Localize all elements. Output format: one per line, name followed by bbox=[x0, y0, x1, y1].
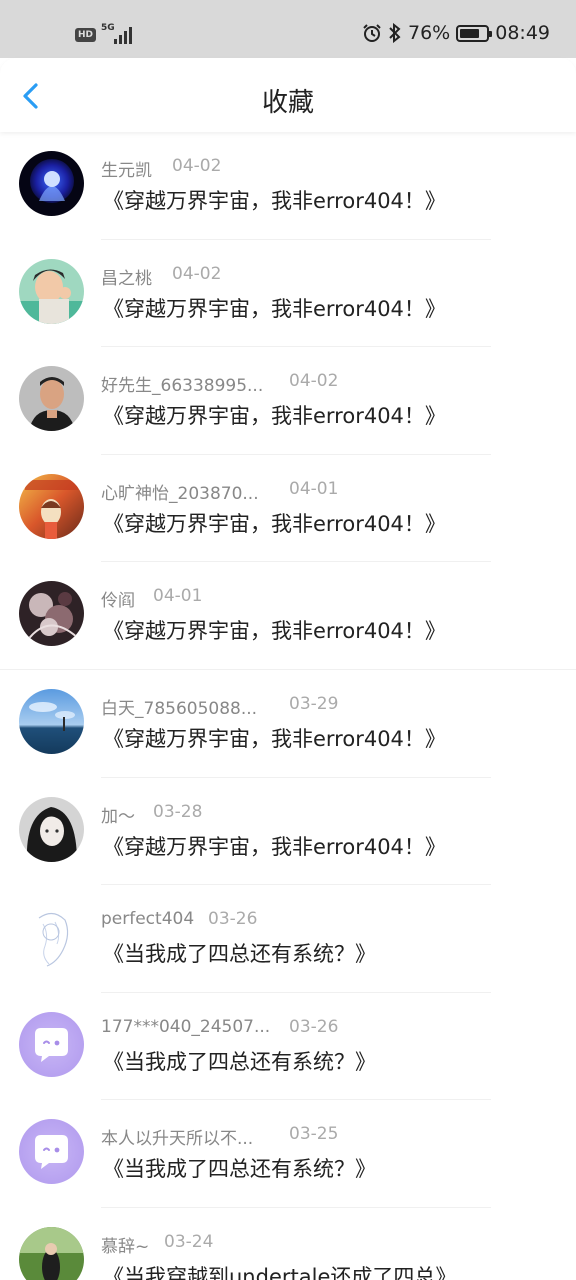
battery-fill bbox=[460, 28, 480, 38]
item-date: 04-01 bbox=[153, 586, 203, 607]
list-item[interactable]: 加～ 03-28 《穿越万界宇宙，我非error404！》 bbox=[0, 778, 576, 886]
avatar[interactable] bbox=[19, 581, 84, 647]
status-left: HD 5G bbox=[75, 23, 135, 44]
list-item[interactable]: 好先生_66338995... 04-02 《穿越万界宇宙，我非error404！》 bbox=[0, 347, 576, 455]
avatar[interactable] bbox=[19, 904, 84, 970]
item-date: 04-02 bbox=[172, 156, 222, 176]
list-item[interactable]: 昌之桃 04-02 《穿越万界宇宙，我非error404！》 bbox=[0, 240, 576, 348]
list-item[interactable]: perfect404 03-26 《当我成了四总还有系统？》 bbox=[0, 885, 576, 993]
user-name[interactable]: 昌之桃 bbox=[101, 264, 152, 289]
status-right: 76% 08:49 bbox=[362, 22, 550, 44]
alarm-icon bbox=[363, 24, 381, 42]
list-item[interactable]: 177***040_24507... 03-26 《当我成了四总还有系统？》 bbox=[0, 993, 576, 1101]
book-title[interactable]: 《当我成了四总还有系统？》 bbox=[103, 1153, 376, 1183]
item-date: 03-26 bbox=[208, 909, 258, 930]
book-title[interactable]: 《穿越万界宇宙，我非error404！》 bbox=[103, 293, 446, 323]
list-item[interactable]: 生元凯 04-02 《穿越万界宇宙，我非error404！》 bbox=[0, 132, 576, 240]
battery-icon bbox=[456, 24, 493, 42]
list-item[interactable]: 白天_785605088... 03-29 《穿越万界宇宙，我非error404！》 bbox=[0, 670, 576, 778]
avatar[interactable] bbox=[19, 473, 84, 539]
favorites-list: 生元凯 04-02 《穿越万界宇宙，我非error404！》 昌之桃 04-02 《穿越万… bbox=[0, 132, 576, 1280]
page-header: 收藏 bbox=[0, 58, 576, 132]
avatar[interactable] bbox=[19, 366, 84, 432]
avatar[interactable] bbox=[19, 1119, 84, 1185]
item-date: 04-01 bbox=[289, 478, 339, 499]
item-date: 03-26 bbox=[289, 1016, 339, 1037]
avatar[interactable] bbox=[19, 796, 84, 862]
avatar[interactable] bbox=[19, 1011, 84, 1077]
user-name[interactable]: 伶阎 bbox=[101, 586, 135, 611]
page-title: 收藏 bbox=[261, 88, 314, 118]
user-name[interactable]: 加～ bbox=[101, 802, 135, 827]
avatar[interactable] bbox=[19, 258, 84, 324]
book-title[interactable]: 《穿越万界宇宙，我非error404！》 bbox=[103, 185, 446, 215]
avatar[interactable] bbox=[19, 151, 84, 216]
user-name[interactable]: 177***040_24507... bbox=[101, 1017, 270, 1037]
clock: 08:49 bbox=[495, 22, 550, 44]
user-name[interactable]: 心旷神怡_203870... bbox=[101, 479, 259, 504]
status-bar: HD 5G 76% 08:49 bbox=[0, 0, 576, 58]
hd-icon: HD bbox=[75, 28, 97, 42]
book-title[interactable]: 《当我穿越到undertale还成了四总》 bbox=[103, 1261, 456, 1280]
item-date: 03-28 bbox=[153, 801, 203, 822]
book-title[interactable]: 《穿越万界宇宙，我非error404！》 bbox=[103, 615, 446, 645]
item-date: 04-02 bbox=[172, 263, 222, 284]
user-name[interactable]: 生元凯 bbox=[101, 156, 152, 181]
user-name[interactable]: 本人以升天所以不... bbox=[101, 1124, 253, 1149]
item-date: 04-02 bbox=[289, 371, 339, 392]
battery-percent: 76% bbox=[408, 22, 451, 44]
user-name[interactable]: 好先生_66338995... bbox=[101, 371, 263, 396]
avatar[interactable] bbox=[19, 1226, 84, 1280]
user-name[interactable]: perfect404 bbox=[101, 909, 194, 929]
item-date: 03-29 bbox=[289, 693, 339, 714]
book-title[interactable]: 《穿越万界宇宙，我非error404！》 bbox=[103, 508, 446, 538]
user-name[interactable]: 慕辞~ bbox=[101, 1232, 149, 1257]
list-item[interactable]: 慕辞~ 03-24 《当我穿越到undertale还成了四总》 bbox=[0, 1208, 576, 1280]
book-title[interactable]: 《穿越万界宇宙，我非error404！》 bbox=[103, 831, 446, 861]
book-title[interactable]: 《当我成了四总还有系统？》 bbox=[103, 1046, 376, 1076]
book-title[interactable]: 《穿越万界宇宙，我非error404！》 bbox=[103, 400, 446, 430]
list-item[interactable]: 心旷神怡_203870... 04-01 《穿越万界宇宙，我非error404！》 bbox=[0, 455, 576, 563]
signal-icon: 5G bbox=[101, 23, 135, 44]
list-item[interactable]: 伶阎 04-01 《穿越万界宇宙，我非error404！》 bbox=[0, 562, 576, 670]
book-title[interactable]: 《穿越万界宇宙，我非error404！》 bbox=[103, 723, 446, 753]
list-item[interactable]: 本人以升天所以不... 03-25 《当我成了四总还有系统？》 bbox=[0, 1100, 576, 1208]
user-name[interactable]: 白天_785605088... bbox=[101, 694, 257, 719]
item-date: 03-25 bbox=[289, 1124, 339, 1145]
book-title[interactable]: 《当我成了四总还有系统？》 bbox=[103, 938, 376, 968]
avatar[interactable] bbox=[19, 688, 84, 754]
item-date: 03-24 bbox=[164, 1231, 214, 1252]
bluetooth-icon bbox=[389, 23, 401, 43]
